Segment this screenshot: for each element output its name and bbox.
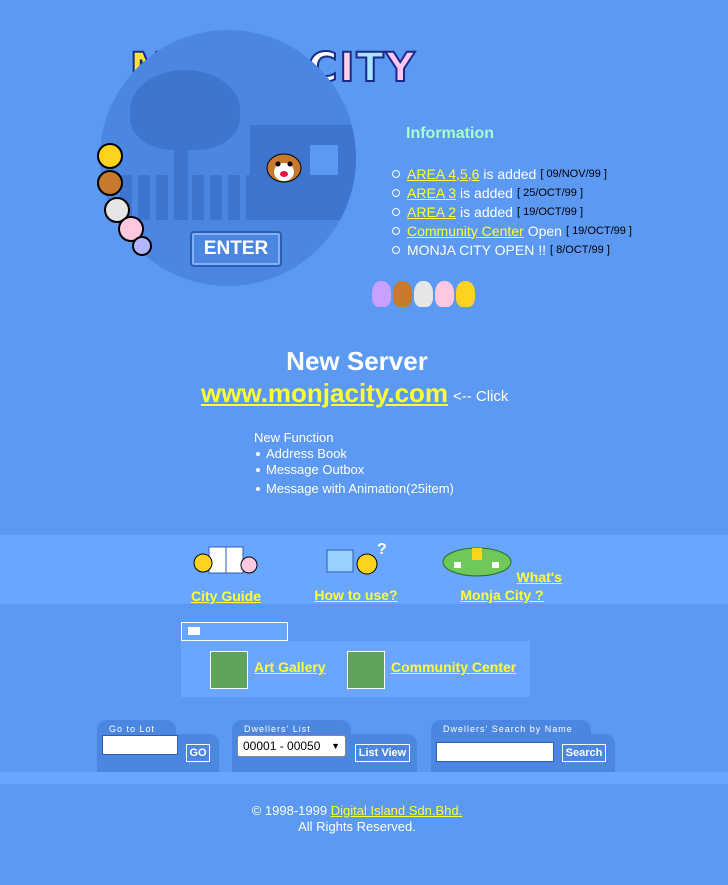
chevron-down-icon: ▼ bbox=[331, 741, 340, 751]
function-item: Message Outbox bbox=[254, 462, 454, 478]
company-link[interactable]: Digital Island Sdn.Bhd. bbox=[331, 803, 463, 818]
news-text: MONJA CITY OPEN !! bbox=[407, 241, 546, 258]
divider-strip bbox=[0, 772, 728, 784]
bullet-icon bbox=[392, 245, 400, 254]
news-item: Community Center Open[ 19/OCT/99 ] bbox=[392, 221, 632, 240]
new-function-title: New Function bbox=[254, 430, 334, 445]
rights-text: All Rights Reserved. bbox=[298, 819, 416, 834]
nav-how-to-use[interactable]: ? How to use? bbox=[310, 540, 402, 605]
city-guide-link[interactable]: City Guide bbox=[191, 588, 261, 604]
dweller-name-input[interactable] bbox=[436, 742, 554, 762]
news-date: [ 19/OCT/99 ] bbox=[516, 205, 583, 218]
lot-number-input[interactable] bbox=[102, 735, 178, 755]
dog-mascot-icon bbox=[266, 153, 302, 183]
monja-city-map-icon bbox=[442, 547, 512, 577]
news-link[interactable]: AREA 2 bbox=[407, 204, 456, 220]
news-text: Open bbox=[527, 222, 562, 239]
enter-button[interactable]: ENTER bbox=[190, 231, 282, 267]
community-center-icon bbox=[347, 651, 385, 689]
list-view-button[interactable]: List View bbox=[355, 744, 410, 762]
bullet-icon bbox=[256, 452, 260, 456]
news-item: AREA 3 is added[ 25/OCT/99 ] bbox=[392, 183, 632, 202]
house-window bbox=[310, 145, 338, 175]
alien-mascot-icon bbox=[132, 236, 152, 256]
svg-text:?: ? bbox=[377, 541, 387, 558]
bullet-icon bbox=[392, 207, 400, 216]
bullet-icon bbox=[392, 188, 400, 197]
bullet-icon bbox=[392, 226, 400, 235]
search-button[interactable]: Search bbox=[562, 744, 606, 762]
duck-mascot-icon bbox=[97, 143, 123, 169]
art-gallery-item[interactable]: Art Gallery bbox=[210, 651, 326, 689]
logo-letter: I bbox=[339, 45, 356, 91]
copyright-text: © 1998-1999 bbox=[251, 803, 328, 818]
footer: © 1998-1999 Digital Island Sdn.Bhd. All … bbox=[0, 803, 714, 835]
news-date: [ 25/OCT/99 ] bbox=[516, 186, 583, 199]
new-server-link[interactable]: www.monjacity.com bbox=[201, 378, 448, 409]
dog-mascot-icon bbox=[97, 170, 123, 196]
community-center-item[interactable]: Community Center bbox=[347, 651, 516, 689]
news-link[interactable]: AREA 4,5,6 bbox=[407, 166, 479, 182]
art-gallery-link[interactable]: Art Gallery bbox=[254, 659, 326, 675]
click-hint: <-- Click bbox=[453, 388, 509, 405]
news-text: is added bbox=[460, 184, 513, 201]
mascot-group-icon bbox=[372, 281, 475, 307]
news-item: MONJA CITY OPEN !! [ 8/OCT/99 ] bbox=[392, 240, 632, 259]
information-heading: Information bbox=[406, 125, 494, 142]
news-text: is added bbox=[483, 165, 537, 182]
city-guide-icon bbox=[193, 546, 258, 574]
news-list: AREA 4,5,6 is added[ 09/NOV/99 ] AREA 3 is … bbox=[392, 164, 632, 259]
community-center-link[interactable]: Community Center bbox=[391, 659, 516, 675]
news-date: [ 19/OCT/99 ] bbox=[565, 224, 632, 237]
news-item: AREA 2 is added[ 19/OCT/99 ] bbox=[392, 202, 632, 221]
news-link[interactable]: AREA 3 bbox=[407, 185, 456, 201]
news-link[interactable]: Community Center bbox=[407, 223, 524, 239]
news-item: AREA 4,5,6 is added[ 09/NOV/99 ] bbox=[392, 164, 632, 183]
logo-letter: T bbox=[355, 45, 385, 91]
fence-graphic bbox=[120, 175, 260, 220]
nav-whats-monja-city[interactable]: What's Monja City ? bbox=[436, 540, 568, 605]
bullet-icon bbox=[256, 468, 260, 472]
logo-letter: Y bbox=[385, 45, 416, 91]
news-text: is added bbox=[460, 203, 513, 220]
gallery-tab bbox=[181, 622, 288, 641]
function-item: Message with Animation(25item) bbox=[254, 481, 454, 497]
bullet-icon bbox=[256, 487, 260, 491]
art-gallery-icon bbox=[210, 651, 248, 689]
new-function-list: New Function Address Book Message Outbox… bbox=[254, 430, 454, 497]
how-to-use-link[interactable]: How to use? bbox=[314, 587, 397, 603]
function-item: Address Book bbox=[254, 446, 454, 462]
bullet-icon bbox=[392, 169, 400, 178]
news-date: [ 8/OCT/99 ] bbox=[550, 243, 610, 256]
truck-icon bbox=[188, 627, 200, 635]
new-server-title: New Server bbox=[286, 346, 428, 376]
nav-city-guide[interactable]: City Guide bbox=[188, 541, 264, 606]
news-date: [ 09/NOV/99 ] bbox=[540, 167, 607, 180]
go-button[interactable]: GO bbox=[186, 744, 210, 762]
dwellers-range-select[interactable]: 00001 - 00050 ▼ bbox=[237, 735, 346, 757]
how-to-use-icon: ? bbox=[326, 541, 387, 575]
